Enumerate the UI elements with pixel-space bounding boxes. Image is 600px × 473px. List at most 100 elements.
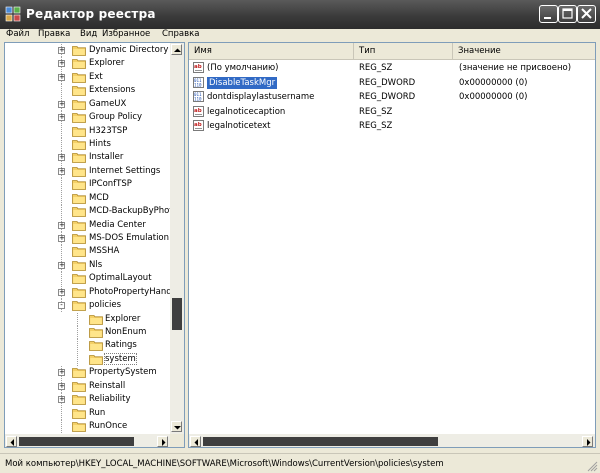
tree-item[interactable]: + GameUX <box>5 97 170 111</box>
tree-vertical-scrollbar[interactable] <box>170 43 184 434</box>
values-pane[interactable]: Имя Тип Значение ab (По умолчанию) REG_SZ (… <box>188 42 596 448</box>
close-button[interactable] <box>577 5 596 23</box>
expand-icon[interactable]: + <box>58 167 65 175</box>
tree-item-system[interactable]: system <box>5 352 170 366</box>
column-header-value[interactable]: Значение <box>453 43 595 59</box>
value-name: legalnoticetext <box>207 121 271 131</box>
expand-icon[interactable]: + <box>58 60 65 68</box>
tree-item[interactable]: MCD <box>5 191 170 205</box>
tree-item[interactable]: + Nls <box>5 258 170 272</box>
expand-icon[interactable]: + <box>58 73 65 81</box>
expand-icon[interactable]: + <box>58 114 65 122</box>
dword-value-icon: 011110 <box>193 76 204 88</box>
expand-icon[interactable]: + <box>58 154 65 162</box>
tree-item[interactable]: + Dynamic Directory <box>5 44 170 57</box>
tree-item[interactable]: + PropertySystem <box>5 366 170 380</box>
menu-help[interactable]: Справка <box>162 29 199 39</box>
expand-icon[interactable]: + <box>58 396 65 404</box>
expand-icon[interactable]: + <box>58 382 65 390</box>
tree-item-explorer[interactable]: Explorer <box>5 312 170 326</box>
minimize-button[interactable] <box>539 5 558 23</box>
tree-item[interactable]: + Explorer <box>5 57 170 71</box>
maximize-icon <box>562 8 573 19</box>
collapse-icon[interactable]: - <box>58 302 65 310</box>
tree-item-label: NonEnum <box>105 327 147 338</box>
expand-icon[interactable]: + <box>58 369 65 377</box>
column-header-type[interactable]: Тип <box>354 43 453 59</box>
tree-item[interactable]: + Group Policy <box>5 111 170 125</box>
column-header-name[interactable]: Имя <box>189 43 354 59</box>
list-horizontal-scrollbar[interactable] <box>189 434 595 447</box>
tree-item[interactable]: OptimalLayout <box>5 272 170 286</box>
maximize-button[interactable] <box>558 5 577 23</box>
tree-item-ratings[interactable]: Ratings <box>5 339 170 353</box>
expand-icon[interactable]: + <box>58 235 65 243</box>
expand-icon[interactable]: + <box>58 221 65 229</box>
menu-file[interactable]: Файл <box>6 29 29 39</box>
tree-scroll-right-button[interactable] <box>157 436 168 447</box>
close-icon <box>581 8 592 19</box>
folder-icon <box>72 395 86 406</box>
value-name: DisableTaskMgr <box>207 76 278 89</box>
menu-edit[interactable]: Правка <box>38 29 70 39</box>
tree-item-label: GameUX <box>89 98 127 109</box>
value-data: 0x00000000 (0) <box>459 92 528 102</box>
folder-open-icon <box>89 354 103 365</box>
tree-item[interactable]: + Ext <box>5 70 170 84</box>
tree-item[interactable]: Hints <box>5 138 170 151</box>
title-bar[interactable]: Редактор реестра <box>0 0 600 29</box>
tree-item[interactable]: + Installer <box>5 151 170 165</box>
tree-item[interactable]: + MS-DOS Emulation <box>5 232 170 246</box>
status-bar: Мой компьютер\HKEY_LOCAL_MACHINE\SOFTWAR… <box>0 453 600 473</box>
list-row[interactable]: 011 110 DisableTaskMgr REG_DWORD 0x00000000 … <box>189 76 595 90</box>
menu-favorites[interactable]: Избранное <box>102 29 150 39</box>
tree-item[interactable]: + Media Center <box>5 218 170 232</box>
tree-item-label: policies <box>89 300 122 311</box>
tree-item[interactable]: + Internet Settings <box>5 164 170 178</box>
tree-item-label: IPConfTSP <box>89 179 132 190</box>
tree-scroll-thumb[interactable] <box>172 298 182 330</box>
tree-item-nonenum[interactable]: NonEnum <box>5 326 170 340</box>
resize-grip-icon[interactable] <box>586 460 598 472</box>
list-hscroll-thumb[interactable] <box>203 437 438 446</box>
list-scroll-left-button[interactable] <box>190 436 201 447</box>
list-scroll-right-button[interactable] <box>582 436 593 447</box>
tree-item-label: PropertySystem <box>89 367 157 378</box>
tree-item[interactable]: MCD-BackupByPhoto <box>5 205 178 219</box>
expand-icon[interactable]: + <box>58 47 65 54</box>
tree-hscroll-thumb[interactable] <box>19 437 134 446</box>
tree-item[interactable]: H323TSP <box>5 124 170 138</box>
folder-icon <box>72 166 86 177</box>
folder-icon <box>72 274 86 285</box>
tree-item[interactable]: + Reliability <box>5 393 170 407</box>
tree-scroll-left-button[interactable] <box>6 436 17 447</box>
expand-icon[interactable]: + <box>58 261 65 269</box>
list-row[interactable]: ab (По умолчанию) REG_SZ (значение не присв… <box>189 61 595 75</box>
arrow-right-icon <box>587 439 591 446</box>
folder-open-icon <box>72 301 86 312</box>
tree-item[interactable]: + PhotoPropertyHandle <box>5 285 179 299</box>
tree-item[interactable]: MSSHA <box>5 245 170 259</box>
key-tree-pane[interactable]: + Dynamic Directory + Explorer + Ext Extension… <box>4 42 185 448</box>
expand-icon[interactable]: + <box>58 100 65 108</box>
minimize-icon <box>544 17 551 19</box>
tree-horizontal-scrollbar[interactable] <box>5 434 170 447</box>
folder-icon <box>72 140 86 150</box>
arrow-left-icon <box>194 439 198 446</box>
tree-item[interactable]: Extensions <box>5 84 170 98</box>
value-name: legalnoticecaption <box>207 106 286 117</box>
tree-item[interactable]: + Reinstall <box>5 379 170 393</box>
tree-scroll-up-button[interactable] <box>171 44 182 55</box>
list-row[interactable]: ab legalnoticecaption REG_SZ <box>189 105 595 119</box>
list-row[interactable]: ab legalnoticetext REG_SZ <box>189 119 595 133</box>
tree-item[interactable]: RunOnce <box>5 420 170 434</box>
tree-item[interactable]: Run <box>5 406 170 420</box>
tree-item[interactable]: IPConfTSP <box>5 178 170 192</box>
status-path: Мой компьютер\HKEY_LOCAL_MACHINE\SOFTWAR… <box>5 459 444 469</box>
tree-item[interactable]: - policies <box>5 299 170 313</box>
tree-scroll-down-button[interactable] <box>171 421 182 432</box>
menu-view[interactable]: Вид <box>80 29 97 39</box>
value-type: REG_DWORD <box>359 77 416 88</box>
list-row[interactable]: 011 110 dontdisplaylastusername REG_DWORD 0x… <box>189 90 595 104</box>
expand-icon[interactable]: + <box>58 288 65 296</box>
